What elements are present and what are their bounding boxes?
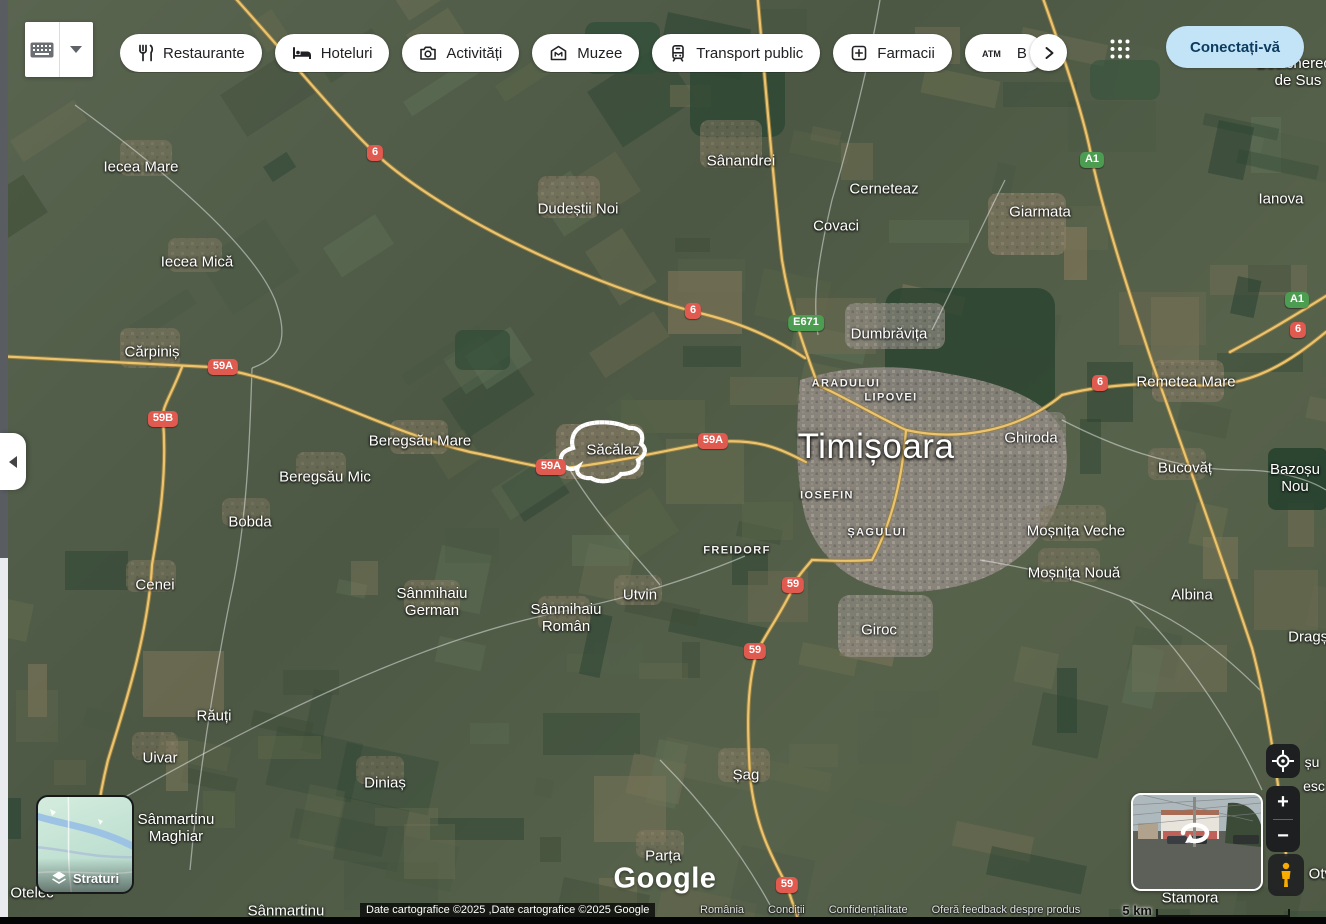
category-chips-bar: Restaurante Hoteluri Activități Muzee [120, 33, 1065, 73]
my-location-button[interactable] [1266, 744, 1300, 778]
layers-icon [51, 870, 67, 886]
zoom-in-button[interactable]: + [1266, 786, 1300, 819]
map-satellite-layer [0, 0, 1326, 924]
pegman-icon [1277, 862, 1295, 888]
collapse-side-panel-button[interactable] [0, 433, 26, 490]
footer-link[interactable]: Confidențialitate [829, 903, 908, 917]
chip-label: Restaurante [163, 45, 245, 62]
footer-link[interactable]: Oferă feedback despre produs [932, 903, 1081, 917]
keyboard-icon [30, 42, 54, 58]
more-categories-button[interactable] [1030, 34, 1067, 71]
chip-museums[interactable]: Muzee [532, 34, 639, 72]
svg-text:ATM: ATM [982, 49, 1001, 59]
chip-label: Muzee [577, 45, 622, 62]
footer-links: România Condiții Confidențialitate Oferă fe… [700, 903, 1080, 917]
map-attribution: Date cartografice ©2025 ,Date cartografi… [360, 903, 655, 917]
transit-icon [669, 44, 687, 62]
street-view-preview [1133, 795, 1261, 889]
map-footer: Date cartografice ©2025 ,Date cartografi… [0, 903, 1326, 917]
chip-label: Farmacii [877, 45, 935, 62]
scale-bar [1156, 909, 1290, 917]
zoom-out-button[interactable]: − [1266, 820, 1300, 853]
chip-restaurants[interactable]: Restaurante [120, 34, 262, 72]
activities-icon [419, 44, 437, 62]
hotels-icon [292, 44, 312, 62]
chip-label: Transport public [696, 45, 803, 62]
chevron-left-icon [9, 456, 17, 468]
layers-label: Straturi [73, 871, 119, 886]
google-apps-button[interactable] [1107, 36, 1133, 62]
chip-transit[interactable]: Transport public [652, 34, 820, 72]
zoom-controls: + − [1266, 786, 1300, 852]
footer-link[interactable]: Condiții [768, 903, 805, 917]
pegman-button[interactable] [1268, 854, 1304, 896]
window-bottom-edge [0, 917, 1326, 924]
chip-activities[interactable]: Activități [402, 34, 519, 72]
chip-hotels[interactable]: Hoteluri [275, 34, 390, 72]
layers-widget[interactable]: Straturi [36, 795, 134, 894]
street-view-thumbnail[interactable] [1131, 793, 1263, 891]
chip-pharmacies[interactable]: Farmacii [833, 34, 952, 72]
chevron-right-icon [1043, 46, 1055, 60]
scale-label: 5 km [1122, 904, 1152, 917]
dropdown-arrow-icon [70, 46, 82, 53]
google-apps-grid-icon [1109, 38, 1131, 60]
chip-label: Activități [446, 45, 502, 62]
keyboard-button[interactable] [25, 22, 59, 77]
museums-icon [549, 44, 568, 62]
map-scale: 5 km [1122, 903, 1290, 917]
chip-label: Hoteluri [321, 45, 373, 62]
pharmacies-icon [850, 44, 868, 62]
google-maps-app: Iecea MareIecea MicăCărpinișDudeștii Noi… [0, 0, 1326, 924]
keyboard-input-widget [25, 22, 93, 77]
my-location-target-icon [1272, 750, 1294, 772]
atm-icon: ATM [982, 46, 1008, 60]
footer-link[interactable]: România [700, 903, 744, 917]
sign-in-button[interactable]: Conectați-vă [1166, 26, 1304, 68]
keyboard-dropdown-button[interactable] [60, 22, 94, 77]
chip-label: B [1017, 45, 1027, 62]
side-panel-edge-light [0, 558, 8, 917]
restaurants-icon [137, 44, 154, 62]
